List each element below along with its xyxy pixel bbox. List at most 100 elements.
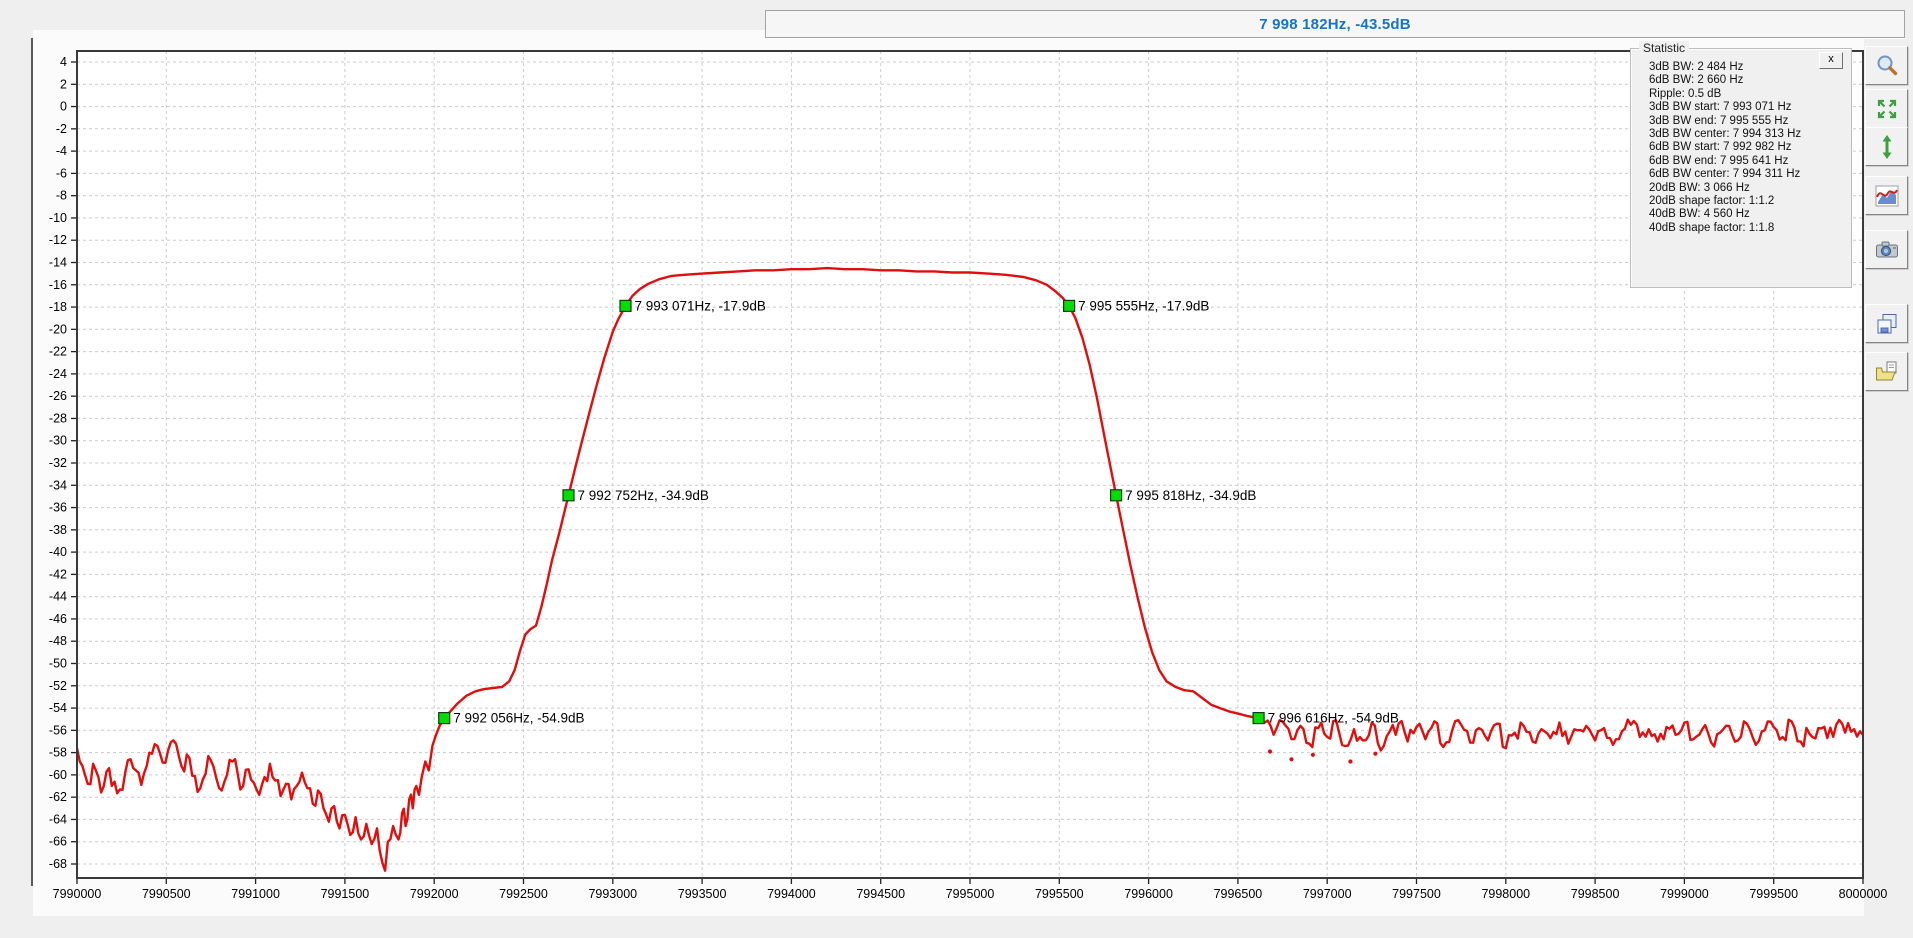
y-axis-label: 4: [60, 55, 67, 69]
y-axis-label: -56: [49, 723, 67, 737]
marker-point[interactable]: [1253, 713, 1264, 724]
y-axis-label: -12: [49, 233, 67, 247]
x-axis-label: 7993500: [678, 887, 727, 901]
y-axis-label: -46: [49, 612, 67, 626]
y-axis-label: -8: [56, 189, 67, 203]
chart-icon: [1874, 183, 1900, 209]
close-icon[interactable]: x: [1819, 52, 1843, 69]
marker-point[interactable]: [439, 713, 450, 724]
x-axis-label: 7998000: [1481, 887, 1530, 901]
marker-point[interactable]: [1111, 490, 1122, 501]
folder-export-icon: [1874, 359, 1900, 385]
x-axis-label: 7991000: [231, 887, 280, 901]
y-axis-label: -42: [49, 567, 67, 581]
marker-label: 7 993 071Hz, -17.9dB: [635, 298, 766, 313]
stat-line: 20dB BW: 3 066 Hz: [1649, 182, 1851, 195]
y-axis-label: -68: [49, 857, 67, 871]
marker-label: 7 995 818Hz, -34.9dB: [1125, 488, 1256, 503]
y-axis-label: -44: [49, 590, 67, 604]
stat-line: 20dB shape factor: 1:1.2: [1649, 195, 1851, 208]
y-axis-label: -32: [49, 456, 67, 470]
y-axis-label: 2: [60, 77, 67, 91]
marker-label: 7 992 056Hz, -54.9dB: [453, 711, 584, 726]
y-axis-label: -60: [49, 768, 67, 782]
y-axis-label: -52: [49, 679, 67, 693]
y-axis-label: -16: [49, 278, 67, 292]
y-axis-label: -24: [49, 367, 67, 381]
x-axis-label: 7990000: [53, 887, 102, 901]
stat-line: 40dB BW: 4 560 Hz: [1649, 208, 1851, 221]
x-axis-label: 7999000: [1660, 887, 1709, 901]
screenshot-button[interactable]: [1865, 230, 1908, 269]
noise-speck: [1348, 759, 1352, 763]
y-axis-label: -54: [49, 701, 67, 715]
marker-label: 7 995 555Hz, -17.9dB: [1078, 298, 1209, 313]
fit-to-window-button[interactable]: [1865, 89, 1908, 128]
y-axis-label: -50: [49, 657, 67, 671]
noise-speck: [1311, 753, 1315, 757]
x-axis-label: 7996000: [1124, 887, 1173, 901]
stat-line: 6dB BW: 2 660 Hz: [1649, 74, 1851, 87]
stat-line: 6dB BW center: 7 994 311 Hz: [1649, 168, 1851, 181]
marker-point[interactable]: [563, 490, 574, 501]
y-axis-label: -28: [49, 411, 67, 425]
stat-line: 3dB BW center: 7 994 313 Hz: [1649, 128, 1851, 141]
stat-line: 40dB shape factor: 1:1.8: [1649, 222, 1851, 235]
x-axis-label: 7997000: [1303, 887, 1352, 901]
cursor-readout-bar: 7 998 182Hz, -43.5dB: [765, 10, 1905, 38]
x-axis-label: 7994000: [767, 887, 816, 901]
chart-style-button[interactable]: [1865, 176, 1908, 215]
export-button[interactable]: [1865, 352, 1908, 391]
statistic-lines: 3dB BW: 2 484 Hz6dB BW: 2 660 HzRipple: …: [1631, 49, 1851, 235]
x-axis-label: 7998500: [1571, 887, 1620, 901]
y-axis-label: -40: [49, 545, 67, 559]
y-axis-label: -6: [56, 166, 67, 180]
y-axis-label: -18: [49, 300, 67, 314]
stat-line: 3dB BW end: 7 995 555 Hz: [1649, 115, 1851, 128]
x-axis-label: 7992000: [410, 887, 459, 901]
marker-label: 7 996 616Hz, -54.9dB: [1268, 711, 1399, 726]
marker-point[interactable]: [620, 300, 631, 311]
y-axis-label: -22: [49, 345, 67, 359]
statistic-panel: Statistic x 3dB BW: 2 484 Hz6dB BW: 2 66…: [1630, 48, 1852, 288]
chart-canvas: 420-2-4-6-8-10-12-14-16-18-20-22-24-26-2…: [0, 0, 1913, 938]
stat-line: 6dB BW end: 7 995 641 Hz: [1649, 155, 1851, 168]
stat-line: 6dB BW start: 7 992 982 Hz: [1649, 141, 1851, 154]
zoom-mode-button[interactable]: [1865, 46, 1908, 85]
y-axis-label: -2: [56, 122, 67, 136]
stat-line: 3dB BW start: 7 993 071 Hz: [1649, 101, 1851, 114]
x-axis-label: 7994500: [856, 887, 905, 901]
noise-speck: [1289, 757, 1293, 761]
marker-label: 7 992 752Hz, -34.9dB: [578, 488, 709, 503]
y-axis-label: -64: [49, 812, 67, 826]
x-axis-label: 7999500: [1749, 887, 1798, 901]
fit-arrows-icon: [1874, 96, 1900, 122]
statistic-panel-title: Statistic: [1639, 41, 1689, 55]
x-axis-label: 7997500: [1392, 887, 1441, 901]
camera-icon: [1874, 237, 1900, 263]
copy-pages-icon: [1874, 311, 1900, 337]
noise-speck: [1373, 752, 1377, 756]
y-axis-label: -26: [49, 389, 67, 403]
x-axis-label: 7995000: [946, 887, 995, 901]
noise-speck: [1268, 749, 1272, 753]
x-axis-label: 7996500: [1214, 887, 1263, 901]
stat-line: Ripple: 0.5 dB: [1649, 88, 1851, 101]
y-axis-label: -20: [49, 322, 67, 336]
copy-data-button[interactable]: [1865, 304, 1908, 343]
vertical-arrows-icon: [1874, 134, 1900, 160]
fit-vertical-button[interactable]: [1865, 127, 1908, 166]
marker-point[interactable]: [1064, 300, 1075, 311]
y-axis-label: -66: [49, 835, 67, 849]
y-axis-label: -30: [49, 434, 67, 448]
y-axis-label: 0: [60, 100, 67, 114]
y-axis-label: -10: [49, 211, 67, 225]
cursor-readout-text: 7 998 182Hz, -43.5dB: [1259, 16, 1411, 33]
x-axis-label: 7993000: [588, 887, 637, 901]
y-axis-label: -4: [56, 144, 67, 158]
x-axis-label: 8000000: [1839, 887, 1888, 901]
x-axis-label: 7995500: [1035, 887, 1084, 901]
x-axis-label: 7992500: [499, 887, 548, 901]
y-axis-label: -38: [49, 523, 67, 537]
y-axis-label: -34: [49, 478, 67, 492]
